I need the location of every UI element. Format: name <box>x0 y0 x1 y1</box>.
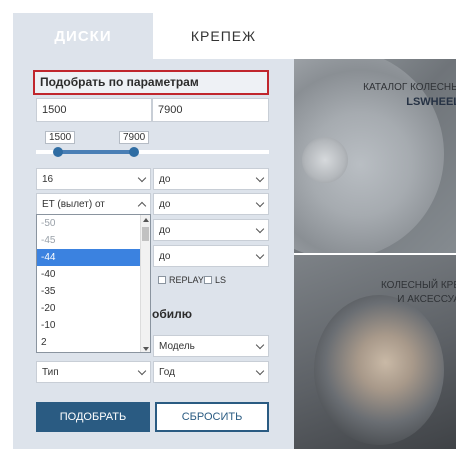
promo-fasteners-line1: КОЛЕСНЫЙ КРЕ <box>380 280 456 291</box>
et-option[interactable]: -44 <box>37 249 141 266</box>
et-option[interactable]: 5 <box>37 351 141 352</box>
hand-wrench-image <box>314 295 444 445</box>
et-dropdown-list[interactable]: -50-45-44-40-35-20-1025 <box>36 214 151 353</box>
promo-fasteners-line2: И АКСЕССУА <box>397 294 456 305</box>
slider-max-label: 7900 <box>119 131 150 144</box>
brand-replay-option[interactable]: REPLAY <box>158 275 204 285</box>
et-option[interactable]: 2 <box>37 334 141 351</box>
replay-checkbox[interactable] <box>158 276 166 284</box>
price-from-input[interactable] <box>36 98 152 122</box>
et-option[interactable]: -40 <box>37 266 141 283</box>
promo-catalog-line2: LSWHEEL <box>406 96 456 108</box>
price-slider-range <box>57 150 134 154</box>
diameter-to-select[interactable]: до <box>153 168 269 190</box>
pcd-to-value: до <box>159 250 171 262</box>
scrollbar-thumb[interactable] <box>142 227 149 241</box>
diameter-from-value: 16 <box>42 173 54 185</box>
wheel-catalog-banner[interactable]: КАТАЛОГ КОЛЕСНЫ LSWHEEL <box>294 59 456 259</box>
et-from-value: ET (вылет) от <box>42 198 105 210</box>
et-option[interactable]: -20 <box>37 300 141 317</box>
promo-divider <box>294 253 456 255</box>
reset-button[interactable]: СБРОСИТЬ <box>155 402 269 432</box>
wheel-filter-widget: ДИСКИ КРЕПЕЖ Подобрать по параметрам 150… <box>0 0 456 459</box>
type-value: Тип <box>42 366 59 378</box>
chevron-down-icon <box>255 366 265 375</box>
et-from-select[interactable]: ET (вылет) от <box>36 193 151 215</box>
et-option[interactable]: -10 <box>37 317 141 334</box>
car-section-heading: обилю <box>152 307 192 321</box>
diameter-from-select[interactable]: 16 <box>36 168 151 190</box>
model-value: Модель <box>159 340 195 352</box>
tab-disks[interactable]: ДИСКИ <box>13 13 153 59</box>
width-to-select[interactable]: до <box>153 219 269 241</box>
width-to-value: до <box>159 224 171 236</box>
ls-label: LS <box>215 275 227 285</box>
scroll-up-icon[interactable] <box>143 218 149 222</box>
chevron-down-icon <box>255 250 265 259</box>
et-option[interactable]: -35 <box>37 283 141 300</box>
price-slider-min-handle[interactable] <box>53 147 63 157</box>
et-to-value: до <box>159 198 171 210</box>
brand-ls-option[interactable]: LS <box>204 275 226 285</box>
fasteners-banner[interactable]: КОЛЕСНЫЙ КРЕ И АКСЕССУА <box>294 255 456 449</box>
et-to-select[interactable]: до <box>153 193 269 215</box>
chevron-down-icon <box>137 366 147 375</box>
model-select[interactable]: Модель <box>153 335 269 357</box>
slider-min-label: 1500 <box>45 131 76 144</box>
diameter-to-value: до <box>159 173 171 185</box>
scroll-down-icon[interactable] <box>143 347 149 351</box>
chevron-down-icon <box>137 173 147 182</box>
type-select[interactable]: Тип <box>36 361 151 383</box>
ls-checkbox[interactable] <box>204 276 212 284</box>
pcd-to-select[interactable]: до <box>153 245 269 267</box>
year-value: Год <box>159 366 175 378</box>
chevron-down-icon <box>255 340 265 349</box>
submit-button[interactable]: ПОДОБРАТЬ <box>36 402 150 432</box>
price-slider-max-handle[interactable] <box>129 147 139 157</box>
et-option[interactable]: -45 <box>37 232 141 249</box>
chevron-up-icon <box>137 201 147 210</box>
tab-fasteners[interactable]: КРЕПЕЖ <box>153 13 294 59</box>
dropdown-scrollbar[interactable] <box>140 215 150 352</box>
promo-catalog-line1: КАТАЛОГ КОЛЕСНЫ <box>363 82 456 93</box>
filter-title: Подобрать по параметрам <box>33 70 269 95</box>
chevron-down-icon <box>255 198 265 207</box>
price-to-input[interactable] <box>152 98 269 122</box>
replay-label: REPLAY <box>169 275 204 285</box>
chevron-down-icon <box>255 224 265 233</box>
year-select[interactable]: Год <box>153 361 269 383</box>
et-option[interactable]: -50 <box>37 215 141 232</box>
chevron-down-icon <box>255 173 265 182</box>
wheel-hub-image <box>302 137 348 183</box>
